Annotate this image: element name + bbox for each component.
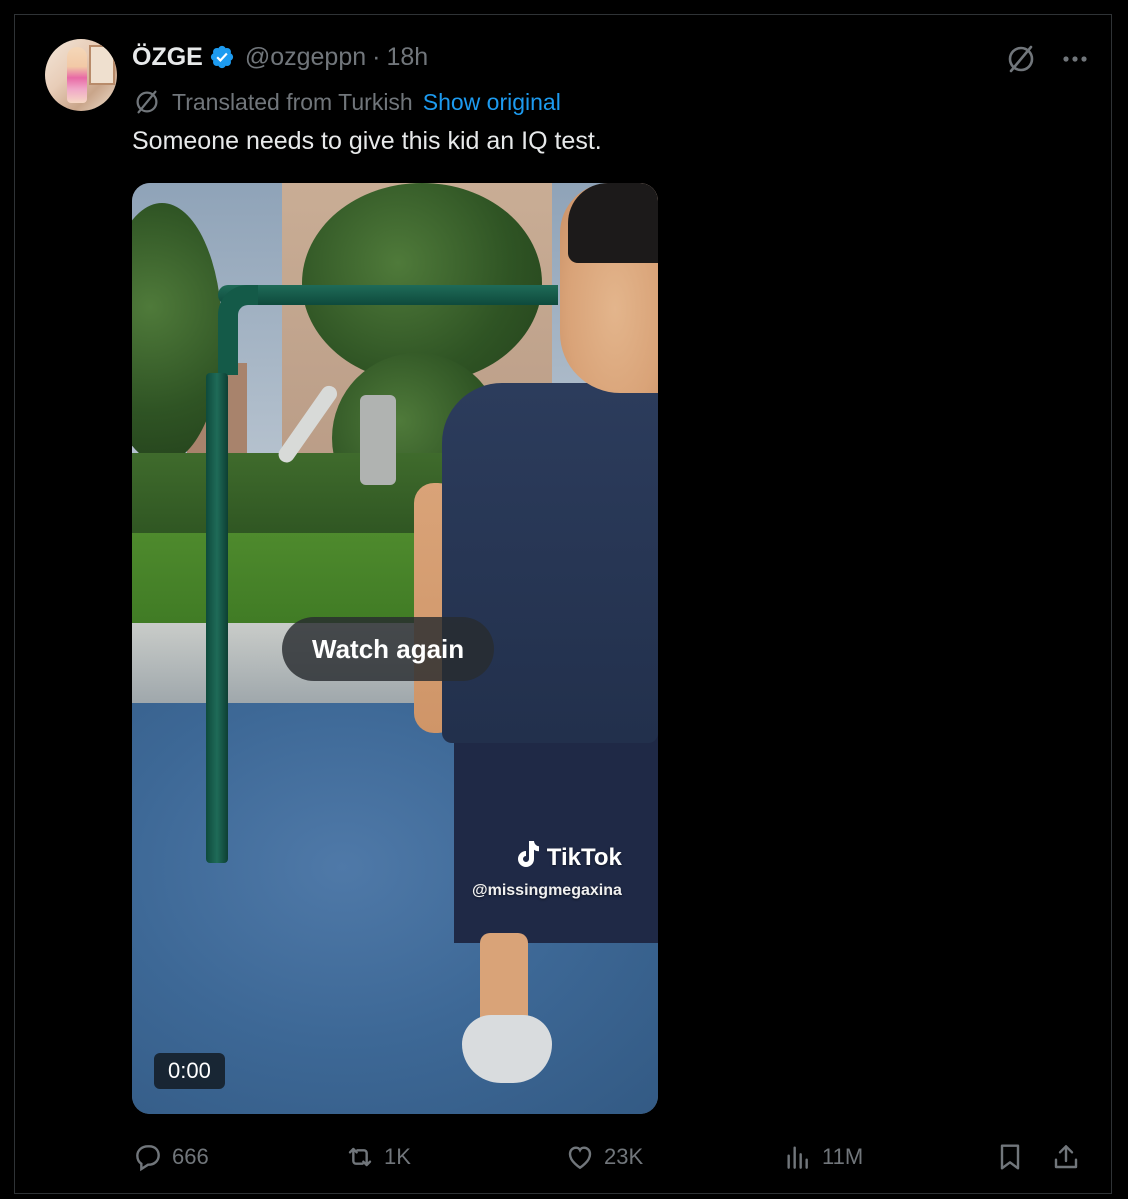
video-frame-kid-shirt (442, 383, 658, 743)
like-count: 23K (604, 1144, 644, 1169)
video-timestamp: 0:00 (154, 1053, 225, 1089)
video-frame-kid-shoe (462, 1015, 552, 1083)
bookmark-icon (1000, 1144, 1020, 1170)
avatar-background-frame (89, 45, 115, 85)
translation-notice: Translated from Turkish Show original (132, 87, 561, 117)
like-icon (568, 1146, 592, 1170)
author-handle[interactable]: @ozgeppn (245, 43, 366, 72)
post-header: ÖZGE @ozgeppn · 18h (132, 41, 428, 73)
video-player[interactable]: Watch again TikTok @missingmegaxina 0:00 (132, 183, 658, 1114)
repost-icon (348, 1147, 372, 1167)
avatar-figure (67, 47, 87, 103)
reply-count: 666 (172, 1144, 209, 1169)
repost-button[interactable]: 1K (344, 1139, 411, 1175)
like-button[interactable]: 23K (564, 1139, 643, 1175)
post-actions-bar: 666 1K 23K 11M (132, 1139, 1098, 1175)
post-top-actions (1005, 43, 1091, 75)
video-frame-kid-hair (568, 183, 658, 263)
verified-badge-icon (209, 44, 235, 70)
tiktok-watermark: TikTok @missingmegaxina (472, 839, 622, 900)
author-avatar[interactable] (45, 39, 117, 111)
share-icon (1054, 1145, 1078, 1169)
reply-icon (136, 1145, 160, 1172)
more-icon[interactable] (1059, 43, 1091, 75)
author-name[interactable]: ÖZGE (132, 43, 203, 72)
tiktok-logo-icon (513, 839, 541, 876)
header-separator: · (372, 42, 381, 71)
views-button[interactable]: 11M (782, 1139, 863, 1175)
view-count: 11M (822, 1144, 864, 1169)
video-frame-kid-shorts (454, 713, 658, 943)
bookmark-button[interactable] (994, 1139, 1034, 1175)
reply-button[interactable]: 666 (132, 1139, 209, 1175)
translated-from-label: Translated from Turkish (172, 88, 413, 115)
video-frame-exercise-pole (206, 373, 228, 863)
video-frame-exercise-handle (360, 395, 396, 485)
grok-icon[interactable] (1005, 43, 1037, 75)
views-icon (787, 1146, 808, 1169)
video-frame-exercise-bar (218, 285, 558, 305)
post-text: Someone needs to give this kid an IQ tes… (132, 127, 602, 155)
post-card[interactable]: ÖZGE @ozgeppn · 18h Translated from Turk… (14, 14, 1112, 1194)
repost-count: 1K (384, 1144, 411, 1169)
watch-again-button[interactable]: Watch again (282, 617, 495, 681)
post-time[interactable]: 18h (386, 43, 428, 72)
tiktok-brand: TikTok (546, 843, 622, 871)
share-button[interactable] (1050, 1139, 1090, 1175)
tiktok-username: @missingmegaxina (472, 882, 622, 899)
grok-translate-icon (132, 87, 162, 117)
video-frame-exercise-bar-elbow (218, 285, 258, 375)
show-original-link[interactable]: Show original (423, 89, 561, 116)
